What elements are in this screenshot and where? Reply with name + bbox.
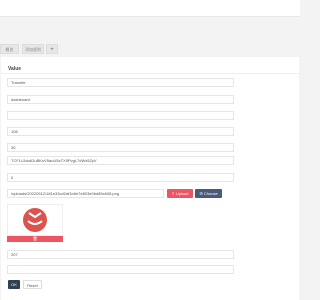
field-address[interactable] (7, 156, 234, 165)
tab-bar: 概览 添加规则 + (0, 44, 300, 55)
tab-add-rule[interactable]: 添加规则 (22, 44, 44, 54)
field-status[interactable] (7, 173, 234, 182)
field-title[interactable] (7, 78, 234, 87)
upload-icon: ⇪ (171, 191, 175, 196)
field-empty-2[interactable] (7, 265, 234, 274)
field-empty-1[interactable] (7, 111, 234, 120)
field-image-path[interactable] (7, 189, 164, 198)
divider (1, 73, 299, 74)
upload-label: Upload (175, 191, 189, 196)
reset-button[interactable]: Reset (23, 280, 42, 289)
choose-label: Choose (203, 191, 218, 196)
tab-overview[interactable]: 概览 (0, 44, 19, 54)
list-icon: ☰ (199, 191, 203, 196)
field-number[interactable] (7, 143, 234, 152)
image-preview (7, 204, 63, 236)
choose-button[interactable]: ☰Choose (195, 189, 222, 198)
field-module[interactable] (7, 95, 234, 104)
trash-icon: 🗑 (32, 236, 38, 241)
delete-image-button[interactable]: 🗑 (7, 236, 63, 242)
field-amount[interactable] (7, 127, 234, 136)
logo-circle (23, 208, 47, 232)
top-header (0, 0, 300, 17)
ok-button[interactable]: OK (8, 280, 20, 289)
panel-title: Value (8, 66, 22, 72)
upload-button[interactable]: ⇪Upload (167, 189, 193, 198)
tab-add-button[interactable]: + (46, 44, 58, 54)
field-weigh[interactable] (7, 250, 234, 259)
logo-image (23, 208, 47, 232)
